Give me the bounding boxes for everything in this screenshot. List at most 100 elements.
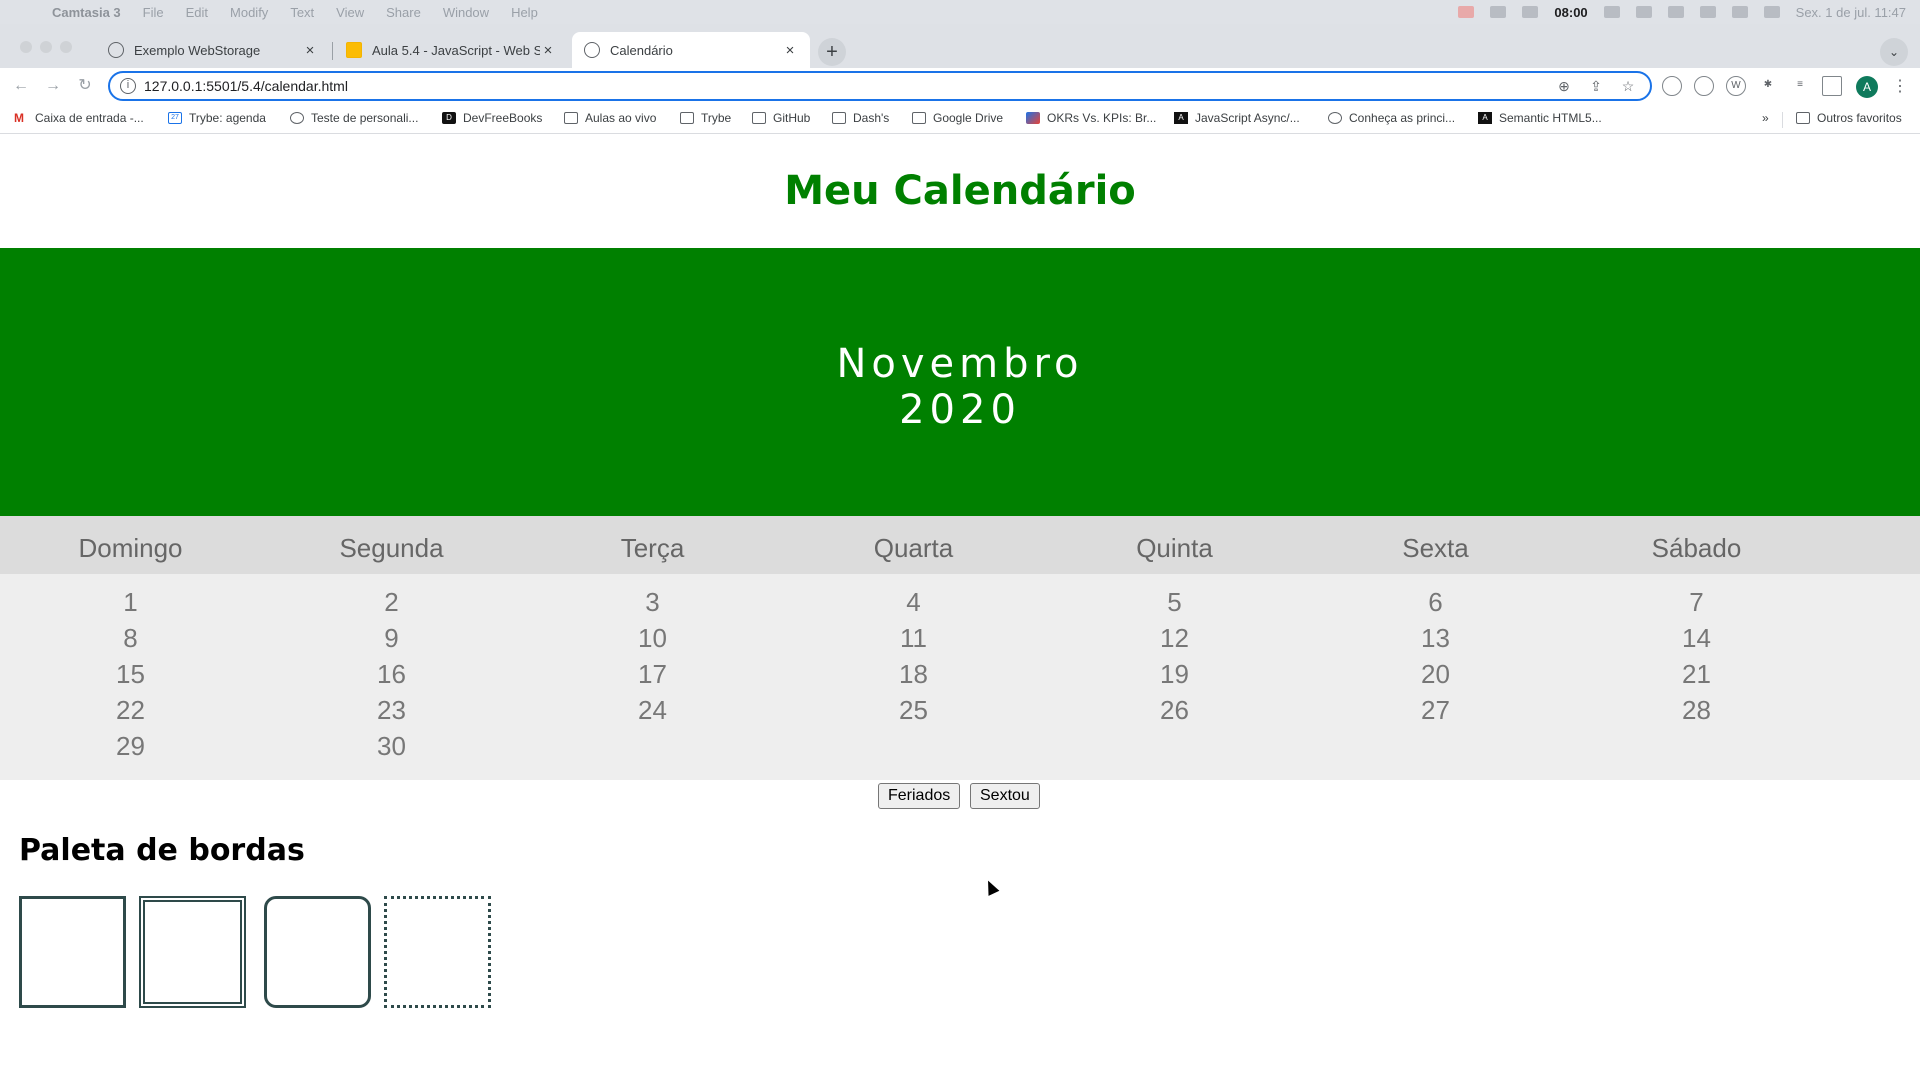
- day-cell[interactable]: 24: [522, 695, 783, 726]
- close-tab-icon[interactable]: ×: [540, 42, 556, 59]
- day-cell[interactable]: 12: [1044, 623, 1305, 654]
- holidays-button[interactable]: Feriados: [878, 783, 961, 809]
- day-cell[interactable]: 25: [783, 695, 1044, 726]
- extension-icon[interactable]: [1694, 76, 1714, 96]
- day-cell[interactable]: 20: [1305, 659, 1566, 690]
- menu-text[interactable]: Text: [290, 5, 314, 20]
- tab-aula-javascript[interactable]: Aula 5.4 - JavaScript - Web St ×: [334, 32, 568, 68]
- bookmark-star-icon[interactable]: ☆: [1618, 78, 1638, 95]
- profile-avatar[interactable]: A: [1856, 76, 1878, 98]
- more-menu-icon[interactable]: ⋮: [1892, 76, 1908, 98]
- reload-button[interactable]: ↻: [73, 74, 97, 98]
- tab-calendario[interactable]: Calendário ×: [572, 32, 810, 68]
- play-icon[interactable]: [1635, 6, 1652, 18]
- share-icon[interactable]: ⇪: [1586, 78, 1606, 95]
- bookmark-item[interactable]: OKRs Vs. KPIs: Br...: [1026, 111, 1156, 125]
- day-cell[interactable]: 9: [261, 623, 522, 654]
- day-cell[interactable]: 1: [0, 587, 261, 618]
- bookmark-item[interactable]: A Semantic HTML5...: [1478, 111, 1602, 125]
- bookmark-item[interactable]: 27 Trybe: agenda: [168, 111, 266, 125]
- day-cell[interactable]: 30: [261, 731, 522, 762]
- timer-clock[interactable]: 08:00: [1554, 5, 1587, 20]
- day-cell[interactable]: 22: [0, 695, 261, 726]
- control-center-icon[interactable]: [1763, 6, 1780, 18]
- day-cell[interactable]: 13: [1305, 623, 1566, 654]
- swatch-dotted-border[interactable]: [384, 896, 491, 1008]
- minimize-window-icon[interactable]: [40, 41, 52, 53]
- day-cell[interactable]: 21: [1566, 659, 1827, 690]
- zoom-icon[interactable]: ⊕: [1554, 78, 1574, 95]
- day-cell[interactable]: 5: [1044, 587, 1305, 618]
- menu-help[interactable]: Help: [511, 5, 538, 20]
- day-cell[interactable]: 14: [1566, 623, 1827, 654]
- day-cell[interactable]: 15: [0, 659, 261, 690]
- wifi-icon[interactable]: [1699, 6, 1716, 18]
- day-cell[interactable]: 11: [783, 623, 1044, 654]
- friday-button[interactable]: Sextou: [970, 783, 1040, 809]
- close-window-icon[interactable]: [20, 41, 32, 53]
- bookmark-item[interactable]: Conheça as princi...: [1328, 111, 1455, 125]
- reading-list-icon[interactable]: ≡: [1790, 76, 1810, 96]
- swatch-rounded-border[interactable]: [264, 896, 371, 1008]
- screen-share-icon[interactable]: [1522, 6, 1539, 18]
- bookmark-item[interactable]: D DevFreeBooks: [442, 111, 542, 125]
- day-cell[interactable]: 2: [261, 587, 522, 618]
- side-panel-icon[interactable]: [1822, 76, 1842, 96]
- day-cell[interactable]: 8: [0, 623, 261, 654]
- day-cell[interactable]: 26: [1044, 695, 1305, 726]
- swatch-double-border[interactable]: [139, 896, 246, 1008]
- day-cell[interactable]: 3: [522, 587, 783, 618]
- menu-modify[interactable]: Modify: [230, 5, 268, 20]
- bookmark-item[interactable]: Aulas ao vivo: [564, 111, 656, 125]
- battery-icon[interactable]: [1667, 6, 1684, 18]
- address-bar[interactable]: i 127.0.0.1:5501/5.4/calendar.html ⊕ ⇪ ☆: [108, 71, 1652, 101]
- recording-icon[interactable]: [1458, 6, 1475, 18]
- bookmark-item[interactable]: Trybe: [680, 111, 731, 125]
- back-button[interactable]: ←: [9, 74, 33, 98]
- bookmark-item[interactable]: A JavaScript Async/...: [1174, 111, 1300, 125]
- puzzle-extensions-icon[interactable]: ✱: [1758, 76, 1778, 96]
- menu-file[interactable]: File: [143, 5, 164, 20]
- bookmark-item[interactable]: Google Drive: [912, 111, 1003, 125]
- bookmark-item[interactable]: Teste de personali...: [290, 111, 418, 125]
- bookmark-item[interactable]: Dash's: [832, 111, 889, 125]
- day-cell[interactable]: 10: [522, 623, 783, 654]
- calendar-status-icon[interactable]: [1603, 6, 1620, 18]
- camera-icon[interactable]: [1490, 6, 1507, 18]
- site-info-icon[interactable]: i: [120, 78, 136, 94]
- wordpress-extension-icon[interactable]: W: [1726, 76, 1746, 96]
- day-cell[interactable]: 19: [1044, 659, 1305, 690]
- menu-app-name[interactable]: Camtasia 3: [52, 5, 121, 20]
- menu-view[interactable]: View: [336, 5, 364, 20]
- swatch-solid-border[interactable]: [19, 896, 126, 1008]
- day-cell[interactable]: 16: [261, 659, 522, 690]
- more-bookmarks-icon[interactable]: »: [1762, 111, 1769, 125]
- other-bookmarks[interactable]: Outros favoritos: [1796, 111, 1902, 125]
- menubar-datetime[interactable]: Sex. 1 de jul. 11:47: [1796, 5, 1906, 20]
- day-cell[interactable]: 23: [261, 695, 522, 726]
- bookmark-item[interactable]: GitHub: [752, 111, 810, 125]
- folder-icon: [564, 112, 578, 124]
- spotlight-search-icon[interactable]: [1731, 6, 1748, 18]
- new-tab-button[interactable]: +: [818, 38, 846, 66]
- forward-button[interactable]: →: [41, 74, 65, 98]
- tab-search-button[interactable]: ⌄: [1880, 38, 1908, 66]
- zoom-window-icon[interactable]: [60, 41, 72, 53]
- day-cell[interactable]: 28: [1566, 695, 1827, 726]
- address-url[interactable]: 127.0.0.1:5501/5.4/calendar.html: [144, 78, 1554, 94]
- day-cell[interactable]: 6: [1305, 587, 1566, 618]
- day-cell[interactable]: 27: [1305, 695, 1566, 726]
- day-cell[interactable]: 18: [783, 659, 1044, 690]
- tab-exemplo-webstorage[interactable]: Exemplo WebStorage ×: [96, 32, 330, 68]
- day-cell[interactable]: 7: [1566, 587, 1827, 618]
- day-cell[interactable]: 17: [522, 659, 783, 690]
- day-cell[interactable]: 4: [783, 587, 1044, 618]
- menu-edit[interactable]: Edit: [186, 5, 208, 20]
- day-cell[interactable]: 29: [0, 731, 261, 762]
- bookmark-item[interactable]: M Caixa de entrada -...: [14, 111, 144, 125]
- sheets-extension-icon[interactable]: [1662, 76, 1682, 96]
- close-tab-icon[interactable]: ×: [782, 42, 798, 59]
- menu-share[interactable]: Share: [386, 5, 421, 20]
- close-tab-icon[interactable]: ×: [302, 42, 318, 59]
- menu-window[interactable]: Window: [443, 5, 489, 20]
